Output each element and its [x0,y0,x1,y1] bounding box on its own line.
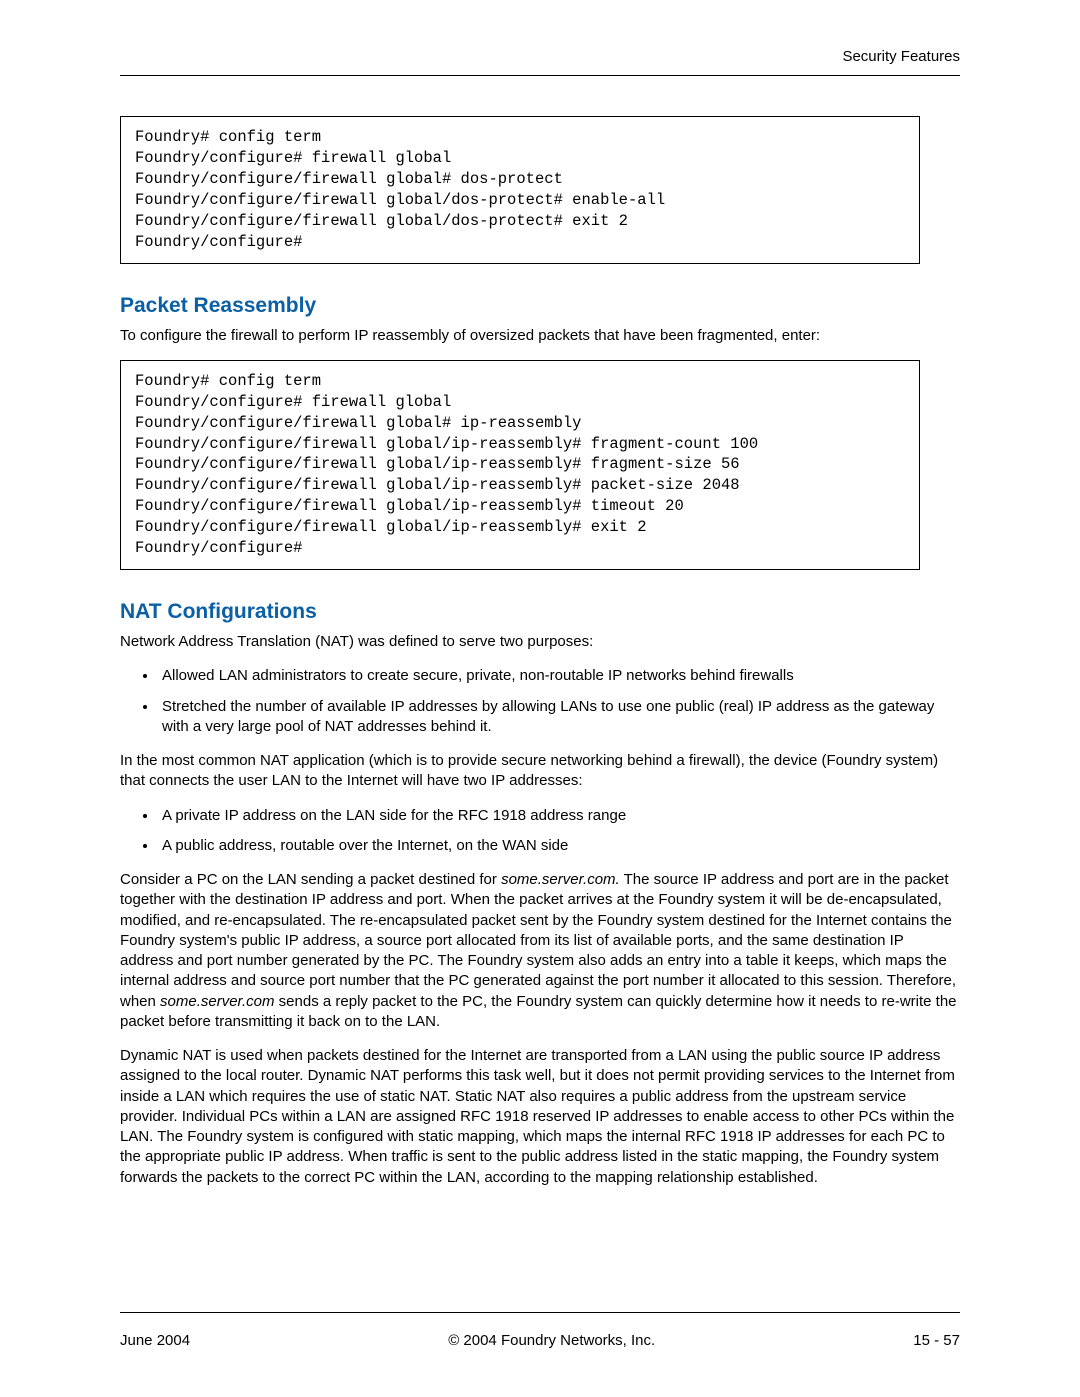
page: Security Features Foundry# config term F… [0,0,1080,1397]
text-italic: some.server.com [160,993,274,1010]
footer-right: 15 - 57 [913,1332,960,1349]
text-run: Consider a PC on the LAN sending a packe… [120,871,501,888]
footer-rule [120,1312,960,1313]
heading-nat-configurations: NAT Configurations [120,600,960,624]
footer-center: © 2004 Foundry Networks, Inc. [448,1332,655,1349]
page-footer: June 2004 © 2004 Foundry Networks, Inc. … [120,1332,960,1349]
list-item: A public address, routable over the Inte… [158,836,960,856]
heading-packet-reassembly: Packet Reassembly [120,294,960,318]
para-nat-intro: Network Address Translation (NAT) was de… [120,632,960,652]
header-right-text: Security Features [842,48,960,65]
page-header: Security Features [120,48,960,65]
footer-left: June 2004 [120,1332,190,1349]
para-nat-example: Consider a PC on the LAN sending a packe… [120,870,960,1032]
bullets-nat-purposes: Allowed LAN administrators to create sec… [120,666,960,737]
list-item: Stretched the number of available IP add… [158,697,960,738]
code-block-ip-reassembly: Foundry# config term Foundry/configure# … [120,360,920,570]
text-run: The source IP address and port are in th… [120,871,956,1010]
para-nat-application: In the most common NAT application (whic… [120,751,960,792]
header-rule [120,75,960,76]
text-italic: some.server.com. [501,871,620,888]
para-packet-reassembly: To configure the firewall to perform IP … [120,326,960,346]
list-item: Allowed LAN administrators to create sec… [158,666,960,686]
para-dynamic-nat: Dynamic NAT is used when packets destine… [120,1046,960,1188]
code-block-dos-protect: Foundry# config term Foundry/configure# … [120,116,920,264]
list-item: A private IP address on the LAN side for… [158,806,960,826]
bullets-nat-addresses: A private IP address on the LAN side for… [120,806,960,857]
